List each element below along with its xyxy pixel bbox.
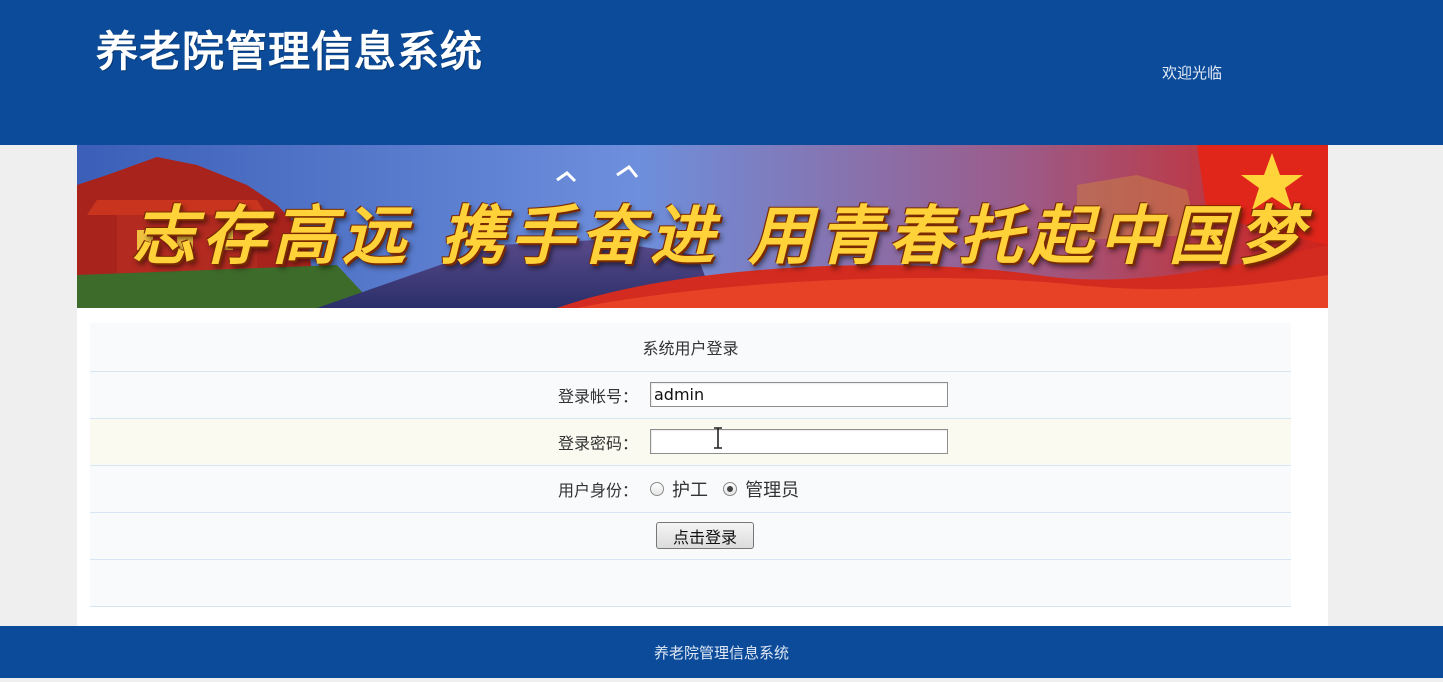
password-label: 登录密码： [90,418,650,466]
site-header: 养老院管理信息系统 欢迎光临 [0,0,1443,145]
role-label-nurse: 护工 [672,479,708,501]
account-label: 登录帐号： [90,371,650,419]
role-label-admin: 管理员 [745,479,800,501]
site-title: 养老院管理信息系统 [96,27,484,76]
banner-image: 志存高远 携手奋进 用青春托起中国梦 [77,145,1328,308]
password-input[interactable] [650,429,948,454]
text-cursor-icon [714,427,722,449]
role-row: 用户身份： 护工 管理员 [90,465,1291,513]
submit-row: 点击登录 [90,512,1291,560]
empty-cell [90,559,1291,607]
submit-cell: 点击登录 [90,512,1291,560]
main-content: 志存高远 携手奋进 用青春托起中国梦 系统用户登录 登录帐号： 登录密码： 用户… [77,145,1328,626]
role-radio-nurse[interactable] [650,481,664,496]
site-footer: 养老院管理信息系统 [0,626,1443,678]
account-field-cell [650,371,1291,419]
footer-text: 养老院管理信息系统 [653,644,789,662]
login-title: 系统用户登录 [90,323,1291,372]
empty-row [90,559,1291,607]
welcome-text: 欢迎光临 [1162,64,1223,82]
login-title-row: 系统用户登录 [90,323,1291,372]
account-input[interactable] [650,382,948,407]
password-row: 登录密码： [90,418,1291,466]
account-row: 登录帐号： [90,371,1291,419]
login-button[interactable]: 点击登录 [656,522,754,549]
login-form: 系统用户登录 登录帐号： 登录密码： 用户身份： 护工 管理员 点击登录 [90,323,1291,607]
role-label: 用户身份： [90,465,650,513]
banner-slogan: 志存高远 携手奋进 用青春托起中国梦 [132,199,1309,274]
password-field-cell [650,418,1291,466]
role-radio-admin[interactable] [723,481,738,496]
role-options: 护工 管理员 [650,465,1291,513]
